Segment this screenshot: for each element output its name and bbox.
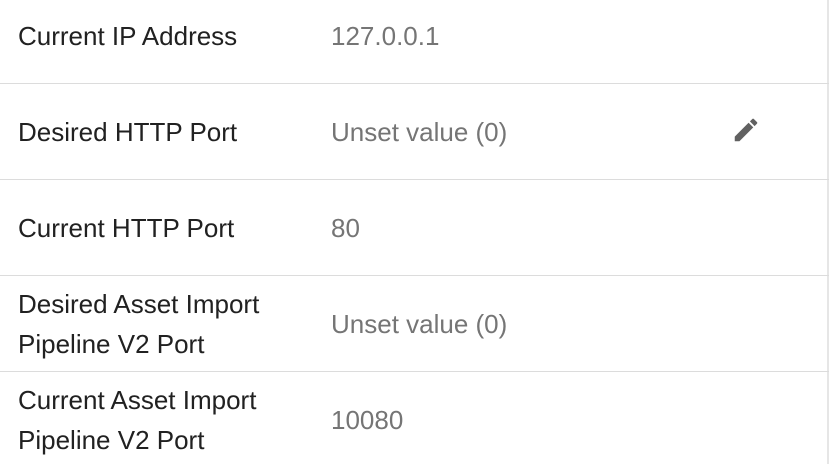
setting-value: 127.0.0.1: [331, 21, 440, 51]
setting-label: Current Asset Import Pipeline V2 Port: [18, 385, 257, 455]
setting-value: Unset value (0): [331, 309, 508, 339]
setting-value: 10080: [331, 405, 404, 435]
setting-label: Desired HTTP Port: [18, 117, 238, 147]
setting-row-desired-http-port: Desired HTTP Port Unset value (0): [0, 84, 829, 180]
setting-row-desired-asset-import-pipeline-v2-port: Desired Asset Import Pipeline V2 Port Un…: [0, 276, 829, 372]
setting-row-current-asset-import-pipeline-v2-port: Current Asset Import Pipeline V2 Port 10…: [0, 372, 829, 464]
setting-row-current-ip-address: Current IP Address 127.0.0.1: [0, 0, 829, 84]
setting-row-current-http-port: Current HTTP Port 80: [0, 180, 829, 276]
setting-value: 80: [331, 213, 360, 243]
setting-value: Unset value (0): [331, 117, 508, 147]
settings-panel: Current IP Address 127.0.0.1 Desired HTT…: [0, 0, 829, 464]
pencil-icon: [731, 115, 761, 150]
edit-desired-http-port-button[interactable]: [728, 114, 764, 150]
setting-label: Current IP Address: [18, 21, 238, 51]
setting-label: Current HTTP Port: [18, 213, 235, 243]
setting-label: Desired Asset Import Pipeline V2 Port: [18, 289, 260, 359]
